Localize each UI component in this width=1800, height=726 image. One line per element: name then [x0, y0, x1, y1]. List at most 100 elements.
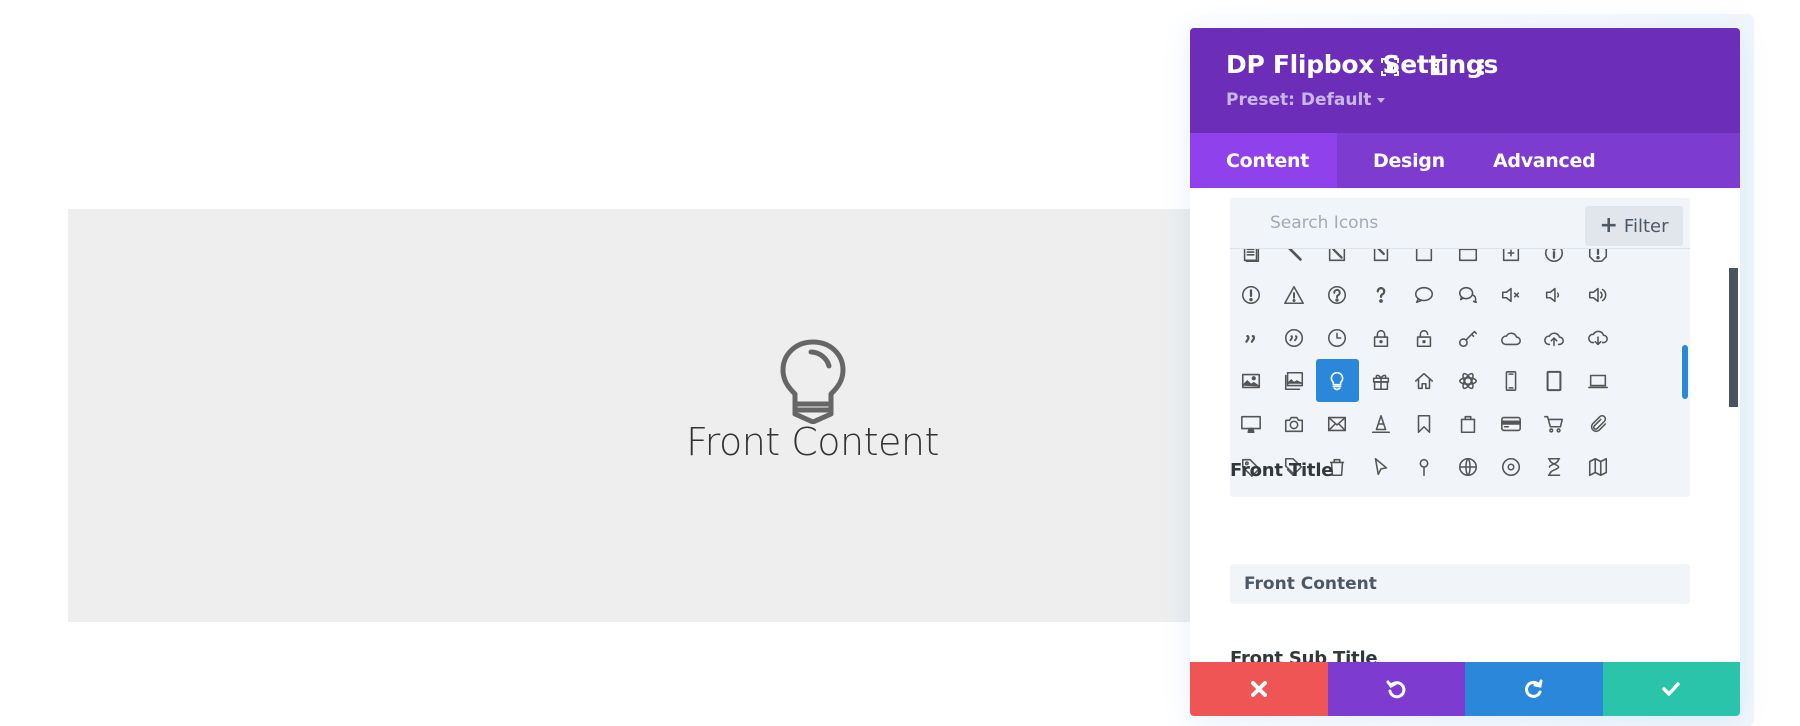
icon-option-tablet[interactable]: [1533, 359, 1576, 402]
icon-option-quote[interactable]: [1230, 316, 1272, 359]
icon-option-volume-high[interactable]: [1576, 273, 1619, 316]
icon-option-mail[interactable]: [1316, 402, 1359, 445]
icon-option-quote-circle[interactable]: [1272, 316, 1315, 359]
tab-advanced[interactable]: Advanced: [1473, 133, 1596, 188]
icon-option-pointer[interactable]: [1359, 445, 1402, 488]
icon-option-info-circle[interactable]: [1533, 249, 1576, 274]
cone-icon: [1371, 414, 1390, 433]
icon-option-pin[interactable]: [1403, 445, 1446, 488]
shopping-bag-icon: [1460, 415, 1475, 433]
quote-icon: [1244, 334, 1255, 343]
icon-option-atom[interactable]: [1446, 359, 1489, 402]
icon-option-frame[interactable]: [1403, 249, 1446, 274]
panel-header[interactable]: DP Flipbox Settings Preset: Default: [1190, 28, 1740, 133]
icon-option-target[interactable]: [1489, 445, 1532, 488]
volume-high-icon: [1588, 287, 1607, 302]
icon-option-cone[interactable]: [1359, 402, 1402, 445]
icon-option-warning-triangle[interactable]: [1272, 273, 1315, 316]
icon-option-help-circle[interactable]: [1316, 273, 1359, 316]
preset-dropdown[interactable]: Preset: Default: [1226, 90, 1386, 110]
icon-option-edit-corner[interactable]: [1359, 249, 1402, 274]
icon-option-image[interactable]: [1230, 359, 1272, 402]
cloud-icon: [1500, 332, 1521, 345]
redo-button[interactable]: [1465, 662, 1603, 716]
icon-option-lightbulb[interactable]: [1315, 359, 1359, 402]
undo-icon: [1386, 680, 1406, 699]
icon-option-cloud[interactable]: [1489, 316, 1532, 359]
split-view-icon[interactable]: [1426, 54, 1452, 80]
document-icon: [1243, 249, 1259, 262]
volume-mute-icon: [1501, 287, 1520, 302]
laptop-icon: [1587, 374, 1608, 388]
frame-icon: [1415, 249, 1433, 261]
icon-option-images[interactable]: [1272, 359, 1315, 402]
settings-tabs: Content Design Advanced: [1190, 133, 1740, 188]
icon-option-hourglass[interactable]: [1533, 445, 1576, 488]
lightbulb-icon: [1331, 371, 1344, 390]
icon-option-cart[interactable]: [1533, 402, 1576, 445]
page-scrollbar[interactable]: [1729, 268, 1738, 407]
icon-option-pencil[interactable]: [1272, 249, 1315, 274]
icon-option-cloud-download[interactable]: [1576, 316, 1619, 359]
icon-option-globe[interactable]: [1446, 445, 1489, 488]
icon-option-bookmark[interactable]: [1403, 402, 1446, 445]
undo-button[interactable]: [1327, 662, 1465, 716]
volume-low-icon: [1546, 287, 1560, 302]
lock-icon: [1373, 329, 1388, 347]
icon-option-alert-octagon[interactable]: [1576, 249, 1619, 274]
icon-option-chat-bubble[interactable]: [1403, 273, 1446, 316]
home-icon: [1415, 372, 1434, 389]
icon-option-camera[interactable]: [1272, 402, 1315, 445]
pointer-icon: [1374, 457, 1387, 475]
target-icon: [1501, 457, 1520, 476]
icon-option-phone[interactable]: [1489, 359, 1532, 402]
icon-option-edit-box[interactable]: [1316, 249, 1359, 274]
icon-option-question[interactable]: [1359, 273, 1402, 316]
action-bar: [1190, 662, 1740, 716]
flipbox-preview[interactable]: [68, 209, 1190, 622]
filter-button[interactable]: + Filter: [1585, 206, 1683, 246]
icon-option-lock[interactable]: [1359, 316, 1402, 359]
icon-grid-scrollbar[interactable]: [1682, 345, 1688, 399]
icon-option-chat-bubbles[interactable]: [1446, 273, 1489, 316]
bookmark-icon: [1417, 414, 1431, 433]
icon-option-volume-low[interactable]: [1533, 273, 1576, 316]
icon-search-bar: +Filter: [1230, 198, 1690, 249]
info-circle-icon: [1545, 249, 1564, 262]
cart-icon: [1544, 415, 1564, 433]
icon-option-volume-mute[interactable]: [1489, 273, 1532, 316]
pin-icon: [1419, 458, 1429, 476]
icon-option-paperclip[interactable]: [1576, 402, 1619, 445]
icon-option-unlock[interactable]: [1403, 316, 1446, 359]
icon-option-map[interactable]: [1576, 445, 1619, 488]
tablet-icon: [1546, 370, 1562, 391]
expand-icon[interactable]: [1377, 54, 1403, 80]
icon-option-shopping-bag[interactable]: [1446, 402, 1489, 445]
icon-option-cloud-upload[interactable]: [1533, 316, 1576, 359]
icon-option-laptop[interactable]: [1576, 359, 1619, 402]
tab-design[interactable]: Design: [1337, 133, 1473, 188]
save-button[interactable]: [1602, 662, 1740, 716]
icon-option-desktop[interactable]: [1230, 402, 1272, 445]
edit-corner-icon: [1373, 249, 1388, 261]
icon-option-home[interactable]: [1403, 359, 1446, 402]
front-title-text[interactable]: Front Content: [560, 420, 1065, 464]
more-vertical-icon[interactable]: [1469, 54, 1495, 80]
cloud-upload-icon: [1544, 332, 1565, 346]
quote-circle-icon: [1284, 328, 1303, 347]
discard-button[interactable]: [1190, 662, 1328, 716]
lightbulb-icon: [780, 339, 846, 424]
icon-option-gift[interactable]: [1359, 359, 1402, 402]
chat-bubble-icon: [1415, 286, 1434, 303]
icon-option-clock[interactable]: [1316, 316, 1359, 359]
icon-option-alert-circle[interactable]: [1230, 273, 1272, 316]
icon-option-document[interactable]: [1230, 249, 1272, 274]
icon-option-credit-card[interactable]: [1489, 402, 1532, 445]
icon-option-add-box[interactable]: [1489, 249, 1532, 274]
icon-option-window[interactable]: [1446, 249, 1489, 274]
icon-search-input[interactable]: [1230, 198, 1580, 248]
tab-content[interactable]: Content: [1190, 133, 1337, 188]
front-title-input[interactable]: [1230, 564, 1690, 604]
globe-icon: [1458, 457, 1477, 476]
icon-option-key[interactable]: [1446, 316, 1489, 359]
